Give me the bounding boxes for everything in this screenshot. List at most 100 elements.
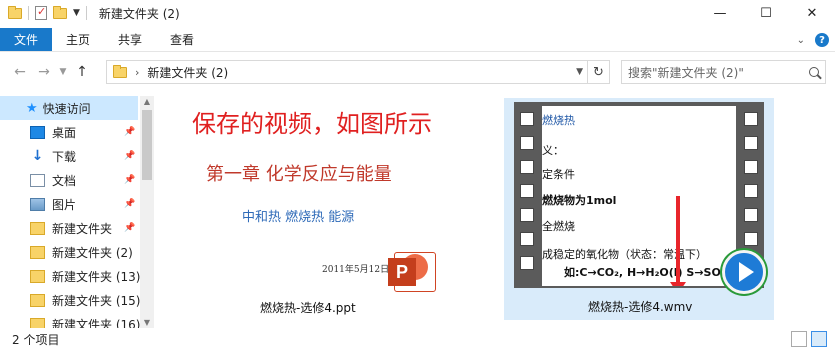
sidebar-item-documents[interactable]: 文档 📌 [0, 168, 155, 192]
sidebar-item-folder-2[interactable]: 新建文件夹 (2) [0, 240, 155, 264]
file-name: 燃烧热-选修4.ppt [260, 301, 356, 315]
red-arrow-annotation [670, 196, 686, 286]
sidebar-item-label: 图片 [52, 197, 77, 212]
video-text-line: 定条件 [542, 168, 575, 181]
refresh-icon: ↻ [593, 64, 604, 80]
folder-icon[interactable] [8, 5, 22, 19]
search-icon [809, 67, 819, 77]
search-input[interactable]: 搜索"新建文件夹 (2)" [621, 60, 826, 84]
divider [85, 6, 87, 20]
video-text-line: 义： [542, 144, 564, 157]
folder-icon [30, 317, 45, 328]
tab-file[interactable]: 文件 [0, 28, 52, 51]
folder-icon [30, 221, 45, 235]
view-buttons [791, 331, 827, 347]
minimize-button[interactable]: — [697, 0, 743, 26]
customize-toolbar-dropdown-icon[interactable]: ▼ [73, 8, 80, 18]
help-icon[interactable]: ? [815, 33, 829, 47]
powerpoint-icon: P [388, 248, 436, 296]
sidebar-item-label: 文档 [52, 173, 77, 188]
divider [28, 6, 29, 20]
star-icon: ★ [26, 100, 38, 116]
ribbon-right: ⌄ ? [797, 28, 829, 52]
navigation-pane: ★ 快速访问 桌面 📌 ↓ 下载 📌 文档 📌 图片 📌 新建文件夹 📌 新建文… [0, 96, 155, 328]
folder-icon [113, 64, 127, 78]
sidebar-item-pictures[interactable]: 图片 📌 [0, 192, 155, 216]
sidebar-item-label: 桌面 [52, 125, 77, 140]
download-icon: ↓ [31, 147, 44, 164]
refresh-button[interactable]: ↻ [588, 60, 610, 84]
sidebar-item-label: 新建文件夹 (15) [52, 293, 141, 308]
back-button[interactable]: ← [8, 64, 32, 80]
video-text-line: 燃烧热 [542, 114, 575, 127]
video-text-line: 如:C→CO₂, H→H₂O(l) S→SO₂ [564, 266, 726, 279]
folder-icon [30, 245, 45, 259]
tab-home[interactable]: 主页 [52, 28, 104, 51]
file-item-ppt[interactable]: 保存的视频，如图所示 第一章 化学反应与能量 中和热 燃烧热 能源 2011年5… [158, 96, 478, 321]
details-view-icon[interactable] [791, 331, 807, 347]
pin-icon: 📌 [124, 127, 136, 137]
documents-icon [30, 173, 45, 187]
scroll-up-icon[interactable]: ▲ [140, 97, 154, 106]
tab-view[interactable]: 查看 [156, 28, 208, 51]
thumbnail-date: 2011年5月12日 [322, 265, 390, 275]
folder-icon [30, 269, 45, 283]
status-bar: 2 个项目 [0, 328, 835, 350]
address-bar[interactable]: › 新建文件夹 (2) ▼ [106, 60, 588, 84]
address-dropdown-icon[interactable]: ▼ [576, 67, 583, 77]
scrollbar-thumb[interactable] [142, 110, 152, 180]
video-text-line: 全燃烧 [542, 220, 575, 233]
video-text-line: 成稳定的氧化物（状态：常温下） [542, 248, 707, 261]
sidebar-item-quick-access[interactable]: ★ 快速访问 [0, 96, 138, 120]
pin-icon: 📌 [124, 223, 136, 233]
tab-share[interactable]: 共享 [104, 28, 156, 51]
sidebar-item-downloads[interactable]: ↓ 下载 📌 [0, 144, 155, 168]
chevron-right-icon[interactable]: › [135, 66, 139, 79]
up-button[interactable]: ↑ [70, 64, 94, 80]
forward-button[interactable]: → [32, 64, 56, 80]
sidebar-item-desktop[interactable]: 桌面 📌 [0, 120, 155, 144]
sidebar-item-label: 下载 [52, 149, 77, 164]
new-folder-icon[interactable] [53, 5, 67, 19]
thumbnail-subtitle: 第一章 化学反应与能量 [206, 164, 392, 185]
sidebar-item-label: 新建文件夹 (16) [52, 317, 141, 329]
maximize-button[interactable]: ☐ [743, 0, 789, 26]
film-strip-left [518, 112, 536, 282]
navigation-bar: ← → ▼ ↑ › 新建文件夹 (2) ▼ ↻ 搜索"新建文件夹 (2)" [0, 56, 835, 88]
scroll-down-icon[interactable]: ▼ [140, 318, 154, 327]
address-path[interactable]: 新建文件夹 (2) [147, 64, 228, 81]
pin-icon: 📌 [124, 175, 136, 185]
play-icon [722, 250, 766, 294]
sidebar-item-label: 快速访问 [42, 101, 91, 116]
item-count: 2 个项目 [12, 332, 60, 347]
sidebar-scrollbar[interactable]: ▲ ▼ [140, 96, 154, 328]
pictures-icon [30, 197, 45, 211]
sidebar-item-label: 新建文件夹 [52, 221, 113, 236]
sidebar-item-folder-13[interactable]: 新建文件夹 (13) [0, 264, 155, 288]
title-bar: ▼ 新建文件夹 (2) — ☐ ✕ [0, 0, 835, 26]
window-controls: — ☐ ✕ [697, 0, 835, 26]
sidebar-item-folder-16[interactable]: 新建文件夹 (16) [0, 312, 155, 328]
sidebar-item-label: 新建文件夹 (13) [52, 269, 141, 284]
ribbon-tabs: 文件 主页 共享 查看 ⌄ ? [0, 28, 835, 52]
pin-icon: 📌 [124, 199, 136, 209]
large-icons-view-icon[interactable] [811, 331, 827, 347]
window-title: 新建文件夹 (2) [98, 6, 180, 21]
sidebar-item-label: 新建文件夹 (2) [52, 245, 133, 260]
folder-icon [30, 293, 45, 307]
file-item-wmv[interactable]: 燃烧热 义： 定条件 燃烧物为1mol 全燃烧 成稳定的氧化物（状态：常温下） … [504, 98, 774, 320]
thumbnail-terms: 中和热 燃烧热 能源 [242, 210, 355, 225]
close-button[interactable]: ✕ [789, 0, 835, 26]
video-frame: 燃烧热 义： 定条件 燃烧物为1mol 全燃烧 成稳定的氧化物（状态：常温下） … [542, 106, 736, 286]
sidebar-item-folder[interactable]: 新建文件夹 📌 [0, 216, 155, 240]
desktop-icon [30, 125, 45, 139]
pin-icon: 📌 [124, 151, 136, 161]
recent-locations-dropdown-icon[interactable]: ▼ [56, 67, 70, 77]
file-name: 燃烧热-选修4.wmv [588, 300, 693, 314]
search-placeholder: 搜索"新建文件夹 (2)" [628, 65, 744, 80]
expand-ribbon-icon[interactable]: ⌄ [797, 35, 805, 46]
sidebar-item-folder-15[interactable]: 新建文件夹 (15) [0, 288, 155, 312]
video-text-line: 燃烧物为1mol [542, 194, 617, 207]
properties-icon[interactable] [35, 5, 47, 20]
quick-access-toolbar: ▼ [0, 5, 87, 20]
